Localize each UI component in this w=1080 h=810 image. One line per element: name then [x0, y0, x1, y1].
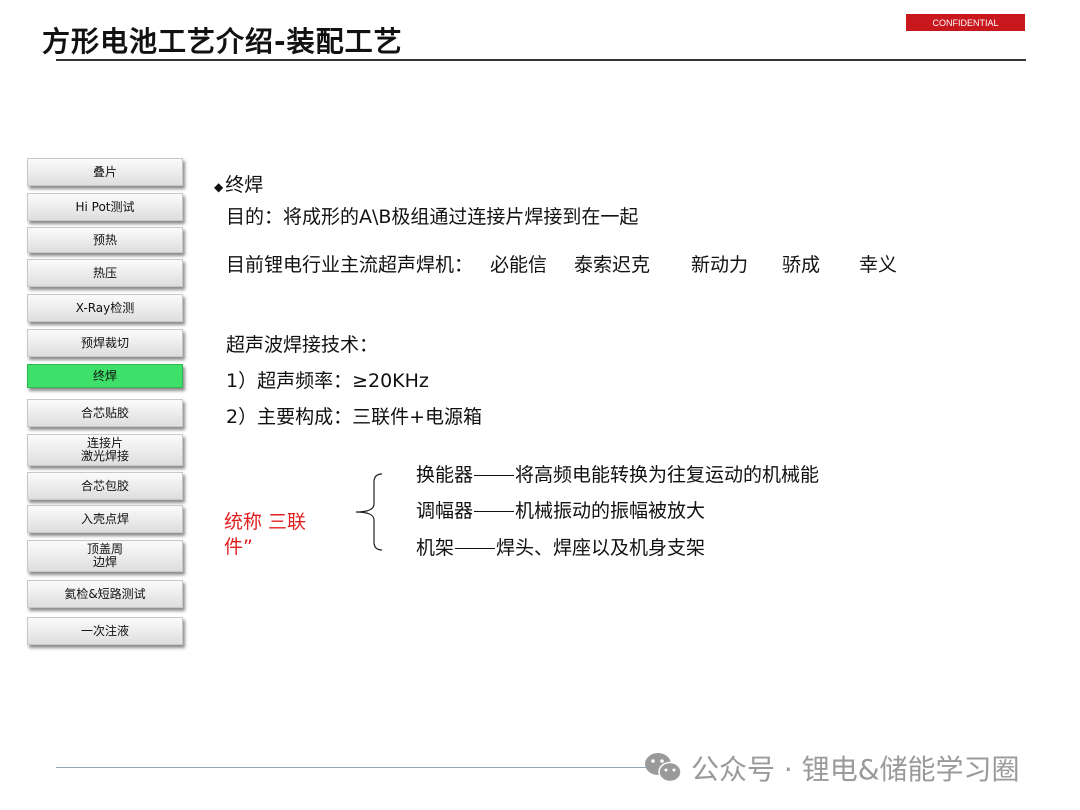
machine-brand: 新动力 [691, 254, 749, 276]
footer-divider [56, 767, 656, 768]
component-booster: 调幅器 机械振动的振幅被放大 [416, 496, 705, 523]
wechat-icon [645, 753, 682, 783]
machine-brand: 必能信 [490, 254, 548, 276]
machines-line: 目前锂电行业主流超声焊机： [226, 250, 473, 277]
page-title: 方形电池工艺介绍-装配工艺 [42, 25, 403, 58]
sidebar-item-prewelding-cutting[interactable]: 预焊裁切 [27, 329, 183, 357]
machine-brand: 骄成 [782, 254, 821, 276]
diamond-bullet-icon: ◆ [214, 180, 224, 194]
heading-text: 终焊 [225, 174, 264, 196]
component-desc: 将高频电能转换为往复运动的机械能 [515, 464, 820, 486]
sidebar-item-first-injection[interactable]: 一次注液 [27, 617, 183, 645]
tech-item-composition: 2）主要构成：三联件+电源箱 [226, 406, 483, 428]
sidebar-item-cap-perimeter-welding[interactable]: 顶盖周 边焊 [27, 540, 183, 572]
collective-label-line2: 件” [224, 536, 253, 558]
watermark: 公众号 · 锂电&储能学习圈 [643, 748, 1020, 788]
collective-label-line1: 统称 三联 [224, 511, 307, 533]
dash-line [474, 511, 515, 512]
purpose-text: 目的：将成形的A\B极组通过连接片焊接到在一起 [226, 206, 639, 228]
tech-item-frequency: 1）超声频率：≥20KHz [226, 370, 429, 392]
dash-line [474, 475, 515, 476]
component-name: 调幅器 [416, 500, 474, 522]
component-name: 换能器 [416, 464, 474, 486]
machines-label: 目前锂电行业主流超声焊机： [226, 254, 474, 276]
component-name: 机架 [416, 537, 455, 559]
sidebar-item-lamination[interactable]: 叠片 [27, 158, 183, 186]
section-heading: ◆ 终焊 [214, 170, 263, 197]
component-transducer: 换能器 将高频电能转换为往复运动的机械能 [416, 460, 819, 487]
component-desc: 焊头、焊座以及机身支架 [496, 537, 706, 559]
sidebar-item-tab-laser-welding[interactable]: 连接片 激光焊接 [27, 434, 183, 466]
sidebar-item-final-welding[interactable]: 终焊 [27, 364, 183, 388]
dash-line [455, 548, 496, 549]
sidebar-item-hot-press[interactable]: 热压 [27, 259, 183, 287]
machine-brand: 泰索迟克 [574, 254, 651, 276]
sidebar-item-xray-inspection[interactable]: X-Ray检测 [27, 294, 183, 322]
sidebar-item-preheat[interactable]: 预热 [27, 227, 183, 253]
sidebar-item-helium-short-test[interactable]: 氦检&短路测试 [27, 580, 183, 608]
tech-title: 超声波焊接技术： [226, 334, 379, 356]
sidebar-item-case-spot-welding[interactable]: 入壳点焊 [27, 505, 183, 533]
curly-brace-icon [355, 473, 383, 551]
sidebar-item-core-wrapping[interactable]: 合芯包胶 [27, 472, 183, 500]
machine-brand: 幸义 [859, 254, 898, 276]
watermark-text: 公众号 · 锂电&储能学习圈 [691, 753, 1020, 786]
confidential-badge: CONFIDENTIAL [906, 14, 1025, 31]
title-divider [56, 59, 1026, 61]
sidebar-item-core-taping[interactable]: 合芯贴胶 [27, 399, 183, 427]
sidebar-item-hipot-test[interactable]: Hi Pot测试 [27, 193, 183, 221]
component-frame: 机架 焊头、焊座以及机身支架 [416, 533, 705, 560]
component-desc: 机械振动的振幅被放大 [515, 500, 706, 522]
